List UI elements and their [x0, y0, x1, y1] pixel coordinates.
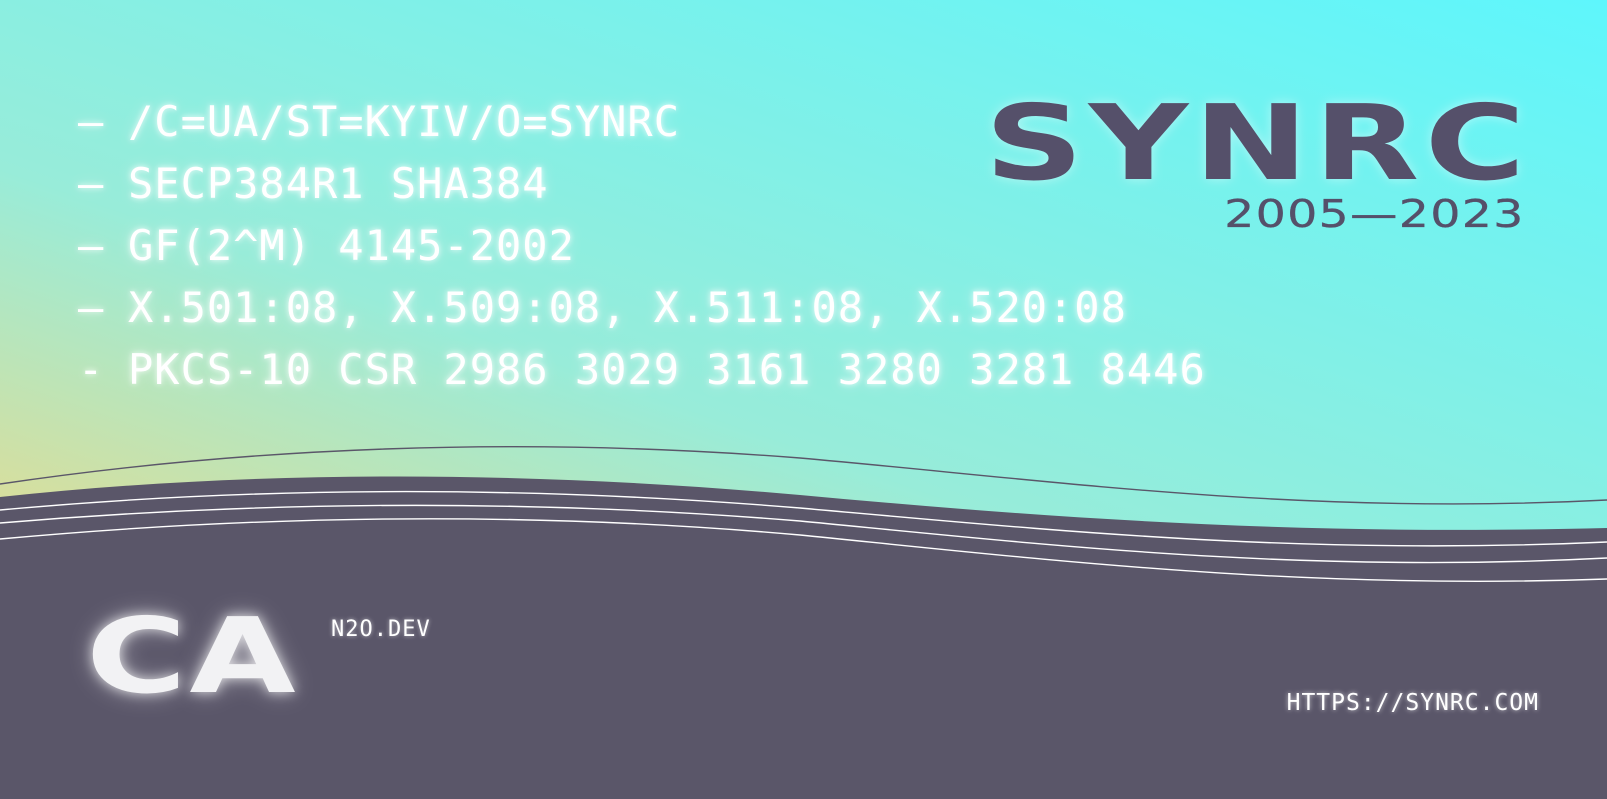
- synrc-ca-banner: — /C=UA/ST=KYIV/O=SYNRC — SECP384R1 SHA3…: [0, 0, 1607, 799]
- bullet-dash: —: [78, 158, 105, 208]
- product-domain: N2O.DEV: [331, 617, 431, 642]
- spec-text-subject: /C=UA/ST=KYIV/O=SYNRC: [128, 96, 681, 146]
- brand-logo-text: SYNRC: [984, 82, 1531, 204]
- brand-years: 2005—2023: [1224, 192, 1525, 236]
- brand-block: SYNRC 2005—2023: [985, 88, 1531, 236]
- website-link[interactable]: HTTPS://SYNRC.COM: [1287, 690, 1539, 716]
- spec-line-pkcs: - PKCS-10 CSR 2986 3029 3161 3280 3281 8…: [78, 338, 1206, 400]
- spec-text-x500: X.501:08, X.509:08, X.511:08, X.520:08: [128, 282, 1127, 332]
- bullet-dash: —: [78, 96, 105, 146]
- bullet-dash: —: [78, 220, 105, 270]
- spec-text-pkcs: PKCS-10 CSR 2986 3029 3161 3280 3281 844…: [128, 344, 1206, 394]
- spec-line-x500: — X.501:08, X.509:08, X.511:08, X.520:08: [78, 276, 1206, 338]
- bullet-dash: —: [78, 282, 105, 332]
- bullet-dash: -: [78, 344, 105, 394]
- spec-text-curve: SECP384R1 SHA384: [128, 158, 549, 208]
- spec-text-field: GF(2^M) 4145-2002: [128, 220, 575, 270]
- product-title: CA: [86, 595, 299, 717]
